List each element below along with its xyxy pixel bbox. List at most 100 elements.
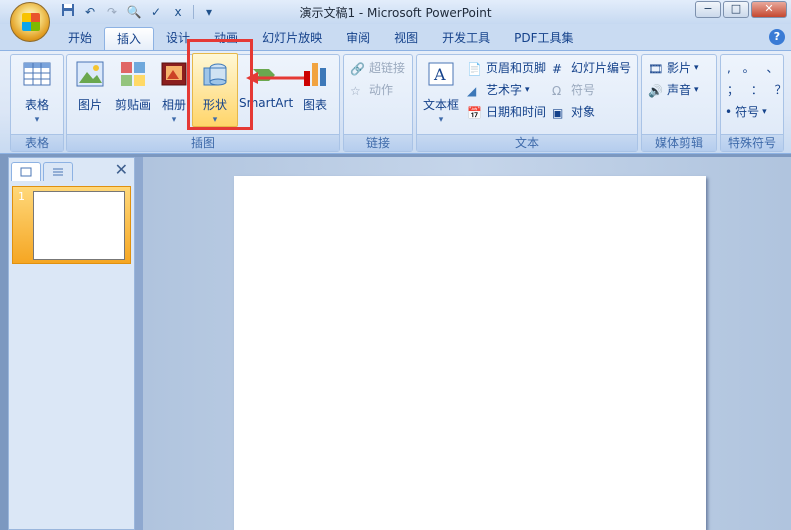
slides-tab[interactable] — [11, 162, 41, 181]
wordart-label: 艺术字 — [486, 83, 523, 97]
picture-label: 图片 — [77, 98, 102, 112]
picture-button[interactable]: 图片 — [73, 59, 107, 113]
photo-album-icon — [161, 62, 187, 86]
tab-pdf-tools[interactable]: PDF工具集 — [502, 27, 585, 50]
slides-tab-icon — [20, 167, 32, 177]
group-label-tables: 表格 — [11, 134, 63, 151]
ribbon-tabs: 开始 插入 设计 动画 幻灯片放映 审阅 视图 开发工具 PDF工具集 — [56, 27, 586, 50]
svg-text:A: A — [433, 65, 446, 84]
action-icon: ☆ — [350, 84, 361, 98]
datetime-button[interactable]: 📅 日期和时间 — [467, 103, 546, 121]
group-label-text: 文本 — [417, 134, 637, 151]
action-label: 动作 — [369, 83, 394, 97]
maximize-button[interactable]: □ — [723, 1, 749, 18]
panel-splitter[interactable] — [135, 157, 143, 530]
datetime-label: 日期和时间 — [486, 105, 547, 119]
textbox-label: 文本框 — [422, 98, 459, 112]
wordart-icon: ◢ — [467, 84, 477, 98]
chevron-down-icon: ▾ — [525, 85, 530, 95]
symbol-button[interactable]: Ω 符号 — [552, 81, 595, 99]
sound-button[interactable]: 🔊 声音 ▾ — [648, 81, 699, 99]
object-label: 对象 — [571, 105, 596, 119]
hyperlink-icon: 🔗 — [350, 62, 365, 76]
chart-button[interactable]: 图表 — [297, 59, 333, 113]
office-button[interactable] — [10, 2, 50, 42]
tab-home[interactable]: 开始 — [56, 27, 104, 50]
sound-icon: 🔊 — [648, 84, 663, 98]
calendar-icon: 📅 — [467, 106, 482, 120]
textbox-icon: A — [428, 62, 454, 86]
film-icon: 🎞 — [648, 62, 664, 76]
group-text: A 文本框 ▾ 📄 页眉和页脚 ◢ 艺术字 ▾ 📅 日期和时间 # 幻灯片编号 … — [416, 54, 638, 152]
photo-album-button[interactable]: 相册 ▾ — [157, 59, 191, 125]
chevron-down-icon: ▾ — [762, 107, 767, 117]
group-links: 🔗 超链接 ☆ 动作 链接 — [343, 54, 413, 152]
slide-number-label: 幻灯片编号 — [571, 61, 632, 75]
group-label-links: 链接 — [344, 134, 412, 151]
tab-slideshow[interactable]: 幻灯片放映 — [250, 27, 334, 50]
outline-tab-icon — [53, 168, 63, 176]
symbol-label: 符号 — [571, 83, 596, 97]
group-label-illustrations: 插图 — [67, 134, 339, 151]
photo-album-label: 相册 — [161, 98, 186, 112]
textbox-button[interactable]: A 文本框 ▾ — [421, 59, 461, 125]
group-label-special-symbols: 特殊符号 — [721, 134, 783, 151]
group-media: 🎞 影片 ▾ 🔊 声音 ▾ 媒体剪辑 — [641, 54, 717, 152]
table-button[interactable]: 表格 ▾ — [17, 59, 57, 125]
header-footer-label: 页眉和页脚 — [486, 61, 547, 75]
object-button[interactable]: ▣ 对象 — [552, 103, 595, 121]
title-bar: ↶ ↷ 🔍 ✓ x ▾ 演示文稿1 - Microsoft PowerPoint… — [0, 0, 791, 24]
help-icon[interactable]: ? — [769, 29, 785, 45]
slide-number: 1 — [18, 190, 25, 203]
slides-panel: ✕ 1 — [8, 157, 135, 530]
bullet-icon: • — [725, 105, 733, 119]
slide-number-icon: # — [552, 62, 563, 76]
hyperlink-label: 超链接 — [369, 61, 406, 75]
window-title: 演示文稿1 - Microsoft PowerPoint — [299, 6, 492, 20]
close-button[interactable]: ✕ — [751, 1, 787, 18]
minimize-button[interactable]: − — [695, 1, 721, 18]
slide-canvas[interactable] — [234, 176, 706, 530]
picture-icon — [76, 61, 104, 87]
clipart-icon — [121, 62, 145, 86]
slide-thumbnail-item[interactable]: 1 — [12, 186, 131, 264]
clipart-button[interactable]: 剪贴画 — [111, 59, 155, 113]
window-controls: − □ ✕ — [695, 1, 787, 18]
special-chars-row-2[interactable]: ； ： ？ — [727, 81, 791, 99]
group-tables: 表格 ▾ 表格 — [10, 54, 64, 152]
slide-number-button[interactable]: # 幻灯片编号 — [552, 59, 631, 77]
table-button-label: 表格 — [24, 98, 49, 112]
special-symbol-button[interactable]: • 符号 ▾ — [725, 103, 767, 121]
table-icon — [23, 62, 51, 86]
chevron-down-icon: ▾ — [694, 85, 699, 95]
special-chars-row-1[interactable]: , 。 、 — [727, 59, 782, 77]
slide-thumbnail[interactable] — [33, 191, 125, 260]
omega-icon: Ω — [552, 84, 562, 98]
tab-view[interactable]: 视图 — [382, 27, 430, 50]
movie-label: 影片 — [667, 61, 692, 75]
annotation-arrow-icon — [246, 72, 304, 84]
ribbon: 表格 ▾ 表格 图片 剪贴画 相册 ▾ 形状 ▾ SmartArt 图表 插图 … — [0, 50, 791, 154]
office-logo-icon — [22, 13, 40, 31]
chart-label: 图表 — [302, 98, 327, 112]
group-special-symbols: , 。 、 ； ： ？ • 符号 ▾ 特殊符号 — [720, 54, 787, 152]
chevron-down-icon: ▾ — [438, 115, 444, 125]
sound-label: 声音 — [667, 83, 692, 97]
tab-insert[interactable]: 插入 — [104, 27, 155, 50]
group-label-media: 媒体剪辑 — [642, 134, 716, 151]
special-symbol-label: 符号 — [735, 105, 760, 119]
chevron-down-icon: ▾ — [34, 115, 40, 125]
outline-tab[interactable] — [43, 162, 73, 181]
chevron-down-icon: ▾ — [171, 115, 177, 125]
hyperlink-button[interactable]: 🔗 超链接 — [350, 59, 405, 77]
close-panel-icon[interactable]: ✕ — [115, 162, 128, 178]
wordart-button[interactable]: ◢ 艺术字 ▾ — [467, 81, 530, 99]
action-button[interactable]: ☆ 动作 — [350, 81, 393, 99]
annotation-red-box — [187, 39, 253, 130]
header-footer-button[interactable]: 📄 页眉和页脚 — [467, 59, 546, 77]
tab-developer[interactable]: 开发工具 — [430, 27, 502, 50]
header-footer-icon: 📄 — [467, 62, 482, 76]
chevron-down-icon: ▾ — [694, 63, 699, 73]
tab-review[interactable]: 审阅 — [334, 27, 382, 50]
movie-button[interactable]: 🎞 影片 ▾ — [648, 59, 699, 77]
